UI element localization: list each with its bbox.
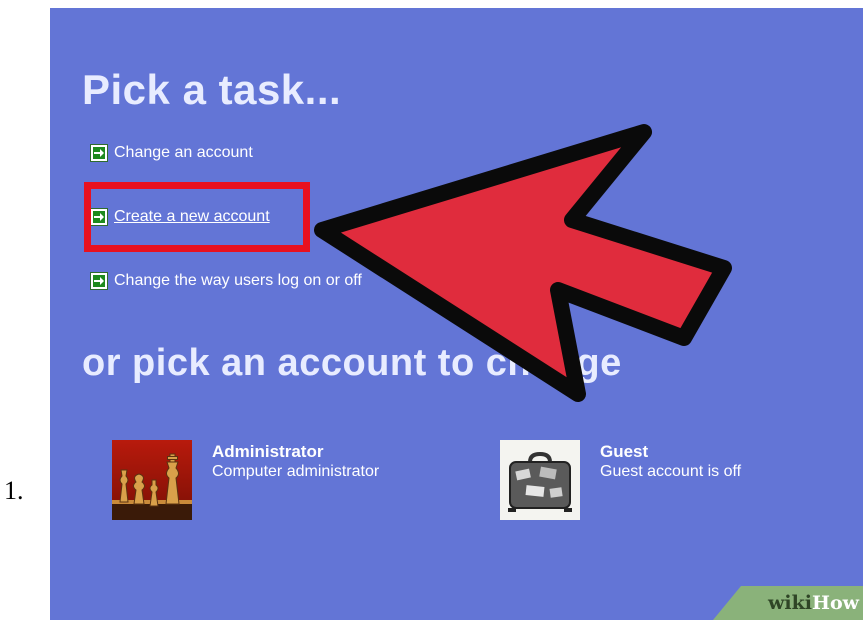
account-guest[interactable]: Guest Guest account is off (500, 440, 741, 520)
highlight-box (84, 182, 310, 252)
account-description: Computer administrator (212, 463, 380, 480)
task-label: Change the way users log on or off (114, 272, 362, 289)
change-account-link[interactable]: Change an account (90, 142, 253, 164)
pick-account-heading: or pick an account to change (82, 342, 622, 384)
green-arrow-icon (90, 272, 108, 290)
suitcase-icon (500, 440, 580, 520)
pick-task-heading: Pick a task... (82, 66, 342, 113)
green-arrow-icon (90, 144, 108, 162)
account-text: Administrator Computer administrator (212, 440, 379, 482)
list-marker: 1. (4, 476, 24, 505)
change-logon-link[interactable]: Change the way users log on or off (90, 270, 362, 292)
wikihow-watermark: wikiHow (713, 586, 863, 620)
account-name: Administrator (212, 442, 324, 461)
user-accounts-panel: Pick a task... Change an account Create … (50, 8, 863, 620)
task-label: Change an account (114, 144, 253, 161)
watermark-wiki: wiki (768, 592, 813, 614)
account-administrator[interactable]: Administrator Computer administrator (112, 440, 379, 520)
watermark-how: How (812, 592, 859, 614)
account-description: Guest account is off (600, 463, 742, 480)
account-name: Guest (600, 442, 649, 461)
chess-pieces-icon (112, 440, 192, 520)
account-text: Guest Guest account is off (600, 440, 741, 482)
